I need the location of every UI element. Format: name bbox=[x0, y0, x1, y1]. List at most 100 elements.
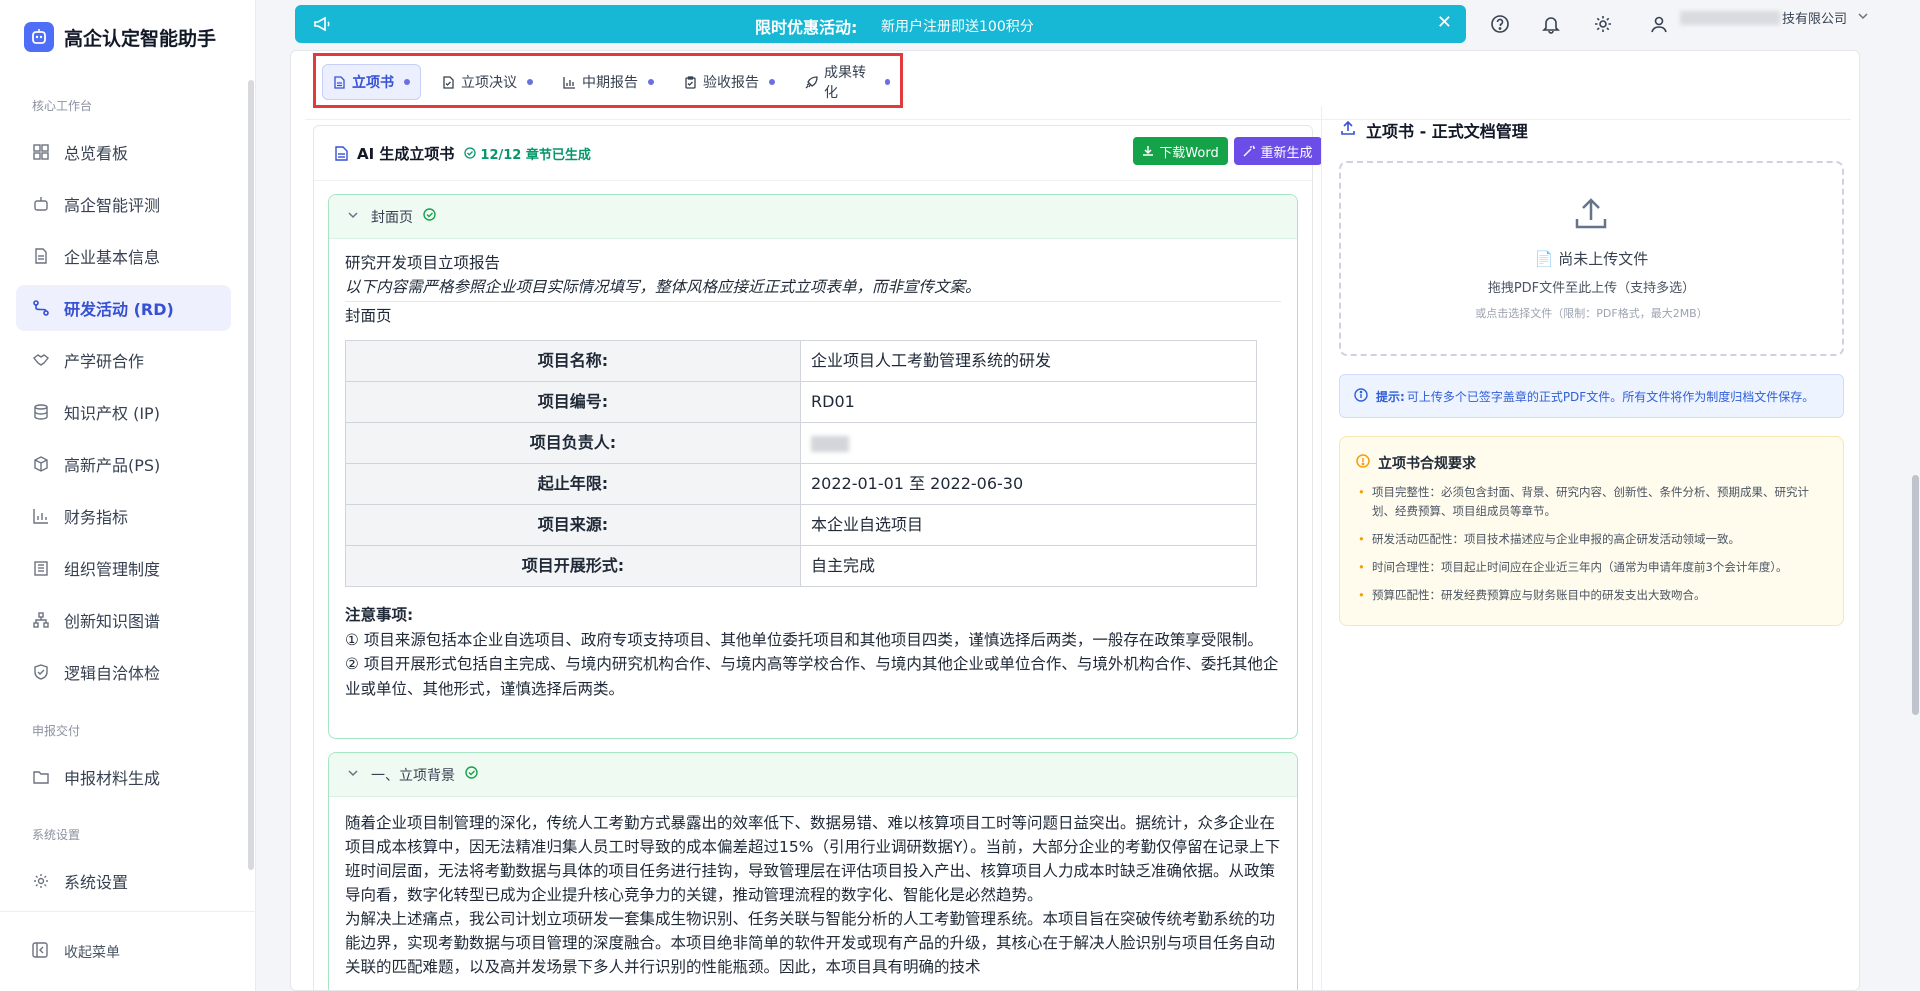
section-label-deliver: 申报交付 bbox=[32, 724, 81, 738]
paragraph: 为解决上述痛点，我公司计划立项研发一套集成生物识别、任务关联与智能分析的人工考勤… bbox=[345, 910, 1276, 976]
section-header-cover[interactable]: 封面页 bbox=[329, 195, 1297, 239]
company-name: 技有限公司 bbox=[1782, 12, 1848, 27]
tab-acceptance[interactable]: 验收报告 bbox=[674, 64, 785, 100]
company-selector[interactable]: 技有限公司 bbox=[1680, 8, 1869, 27]
megaphone-icon bbox=[313, 15, 331, 37]
sidebar-item-dashboard[interactable]: 总览看板 bbox=[16, 129, 231, 175]
sidebar-item-label: 组织管理制度 bbox=[64, 560, 161, 579]
sidebar-item-label: 总览看板 bbox=[64, 144, 129, 163]
user-icon[interactable] bbox=[1647, 12, 1671, 36]
sidebar-item-materials[interactable]: 申报材料生成 bbox=[16, 754, 231, 800]
status-dot bbox=[404, 79, 410, 85]
sidebar-item-label: 知识产权 (IP) bbox=[64, 404, 160, 423]
status-dot bbox=[769, 79, 775, 85]
notes-block: 注意事项: ① 项目来源包括本企业自选项目、政府专项支持项目、其他单位委托项目和… bbox=[345, 603, 1281, 701]
document-management-panel: 立项书 - 正式文档管理 📄 尚未上传文件 拖拽PDF文件至此上传（支持多选） … bbox=[1321, 106, 1851, 990]
upload-click-hint[interactable]: 或点击选择文件（限制：PDF格式，最大2MB） bbox=[1341, 305, 1842, 321]
section-title: 封面页 bbox=[371, 209, 413, 226]
paragraph: 随着企业项目制管理的深化，传统人工考勤方式暴露出的效率低下、数据易错、难以核算项… bbox=[345, 814, 1281, 904]
check-circle-icon bbox=[423, 208, 436, 225]
bell-icon[interactable] bbox=[1539, 12, 1563, 36]
company-name-redacted bbox=[1680, 10, 1780, 25]
gear-icon[interactable] bbox=[1591, 12, 1615, 36]
sidebar-item-label: 高企智能评测 bbox=[64, 196, 161, 215]
sidebar-item-products[interactable]: 高新产品(PS) bbox=[16, 441, 231, 487]
sidebar-item-evaluation[interactable]: 高企智能评测 bbox=[16, 181, 231, 227]
sidebar-item-label: 申报材料生成 bbox=[64, 769, 161, 788]
main-scrollbar[interactable] bbox=[1912, 475, 1919, 715]
table-row: 起止年限: 2022-01-01 至 2022-06-30 bbox=[345, 463, 1257, 505]
sidebar-item-logic-check[interactable]: 逻辑自洽体检 bbox=[16, 649, 231, 695]
sidebar-item-label: 研发活动 (RD) bbox=[64, 300, 174, 319]
download-icon bbox=[1142, 145, 1154, 157]
upload-drag-hint: 拖拽PDF文件至此上传（支持多选） bbox=[1487, 281, 1696, 296]
sidebar-item-settings[interactable]: 系统设置 bbox=[16, 858, 231, 904]
status-dot bbox=[527, 79, 533, 85]
sidebar-collapse-icon bbox=[32, 941, 48, 962]
section-label-settings: 系统设置 bbox=[32, 828, 81, 842]
sidebar-item-org[interactable]: 组织管理制度 bbox=[16, 545, 231, 591]
sidebar-item-label: 高新产品(PS) bbox=[64, 456, 161, 475]
table-key: 起止年限: bbox=[345, 463, 801, 505]
tab-transformation[interactable]: 成果转化 bbox=[795, 64, 900, 101]
tab-midterm[interactable]: 中期报告 bbox=[553, 64, 664, 100]
list-item: 项目完整性：必须包含封面、背景、研究内容、创新性、条件分析、预期成果、研究计划、… bbox=[1356, 483, 1827, 521]
sidebar-item-label: 产学研合作 bbox=[64, 352, 145, 371]
robot-icon bbox=[24, 22, 54, 52]
grid-icon bbox=[32, 143, 50, 161]
file-text-icon bbox=[334, 145, 349, 161]
section-body-cover: 研究开发项目立项报告 以下内容需严格参照企业项目实际情况填写，整体风格应接近正式… bbox=[329, 239, 1297, 701]
tab-label: 立项书 bbox=[352, 75, 394, 91]
list-item: 预算匹配性：研发经费预算应与财务账目中的研发支出大致吻合。 bbox=[1356, 586, 1827, 605]
close-icon[interactable]: ✕ bbox=[1437, 12, 1452, 33]
sidebar-item-ip[interactable]: 知识产权 (IP) bbox=[16, 389, 231, 435]
sidebar-item-company-info[interactable]: 企业基本信息 bbox=[16, 233, 231, 279]
sidebar-item-label: 系统设置 bbox=[64, 873, 129, 892]
table-value: 本企业自选项目 bbox=[800, 504, 1257, 546]
tab-label: 中期报告 bbox=[582, 75, 638, 91]
section-header-background[interactable]: 一、立项背景 bbox=[329, 753, 1297, 797]
app-logo[interactable]: 高企认定智能助手 bbox=[24, 22, 216, 52]
note-item: ② 项目开展形式包括自主完成、与境内研究机构合作、与境内高等学校合作、与境内其他… bbox=[345, 655, 1279, 698]
notes-title: 注意事项: bbox=[345, 606, 414, 624]
section-card-cover: 封面页 研究开发项目立项报告 以下内容需严格参照企业项目实际情况填写，整体风格应… bbox=[328, 194, 1298, 739]
sidebar-item-knowledge-graph[interactable]: 创新知识图谱 bbox=[16, 597, 231, 643]
redacted-name bbox=[811, 435, 849, 452]
upload-cloud-icon bbox=[1571, 193, 1611, 237]
cover-table: 项目名称: 企业项目人工考勤管理系统的研发 项目编号: RD01 项目负责人: 起止… bbox=[345, 340, 1257, 587]
tab-proposal[interactable]: 立项书 bbox=[322, 64, 421, 100]
download-word-button[interactable]: 下载Word bbox=[1133, 137, 1228, 165]
regenerate-label: 重新生成 bbox=[1260, 145, 1313, 161]
sidebar-item-label: 企业基本信息 bbox=[64, 248, 161, 267]
promo-banner: 限时优惠活动: 新用户注册即送100积分 ✕ bbox=[295, 5, 1466, 43]
shield-check-icon bbox=[32, 663, 50, 681]
database-icon bbox=[32, 403, 50, 421]
clipboard-check-icon bbox=[684, 75, 697, 89]
building-icon bbox=[32, 559, 50, 577]
tab-resolution[interactable]: 立项决议 bbox=[432, 64, 543, 100]
table-key: 项目名称: bbox=[345, 340, 801, 382]
sidebar-item-rd[interactable]: 研发活动 (RD) bbox=[16, 285, 231, 331]
file-dropzone[interactable]: 📄 尚未上传文件 拖拽PDF文件至此上传（支持多选） 或点击选择文件（限制：PD… bbox=[1339, 161, 1844, 356]
regenerate-button[interactable]: 重新生成 bbox=[1234, 137, 1322, 165]
table-key: 项目开展形式: bbox=[345, 545, 801, 587]
compliance-list: 项目完整性：必须包含封面、背景、研究内容、创新性、条件分析、预期成果、研究计划、… bbox=[1356, 483, 1827, 605]
help-circle-icon[interactable] bbox=[1488, 12, 1512, 36]
sidebar-item-finance[interactable]: 财务指标 bbox=[16, 493, 231, 539]
collapse-menu-button[interactable]: 收起菜单 bbox=[0, 911, 256, 991]
ai-panel-header: AI 生成立项书 12/12 章节已生成 下载Word 重新生成 bbox=[314, 126, 1322, 181]
compliance-title: 立项书合规要求 bbox=[1378, 456, 1476, 472]
check-circle-icon bbox=[465, 766, 478, 783]
sidebar-scrollbar[interactable] bbox=[248, 80, 254, 870]
table-row: 项目编号: RD01 bbox=[345, 381, 1257, 423]
list-item: 研发活动匹配性：项目技术描述应与企业申报的高企研发活动领域一致。 bbox=[1356, 530, 1827, 549]
table-row: 项目开展形式: 自主完成 bbox=[345, 545, 1257, 587]
folder-icon bbox=[32, 768, 50, 786]
route-icon bbox=[32, 299, 50, 317]
check-circle-icon bbox=[464, 147, 477, 159]
table-row: 项目来源: 本企业自选项目 bbox=[345, 504, 1257, 546]
download-word-label: 下载Word bbox=[1159, 145, 1219, 161]
note-item: ① 项目来源包括本企业自选项目、政府专项支持项目、其他单位委托项目和其他项目四类… bbox=[345, 630, 1263, 649]
generation-status: 12/12 章节已生成 bbox=[464, 144, 591, 163]
sidebar-item-cooperation[interactable]: 产学研合作 bbox=[16, 337, 231, 383]
